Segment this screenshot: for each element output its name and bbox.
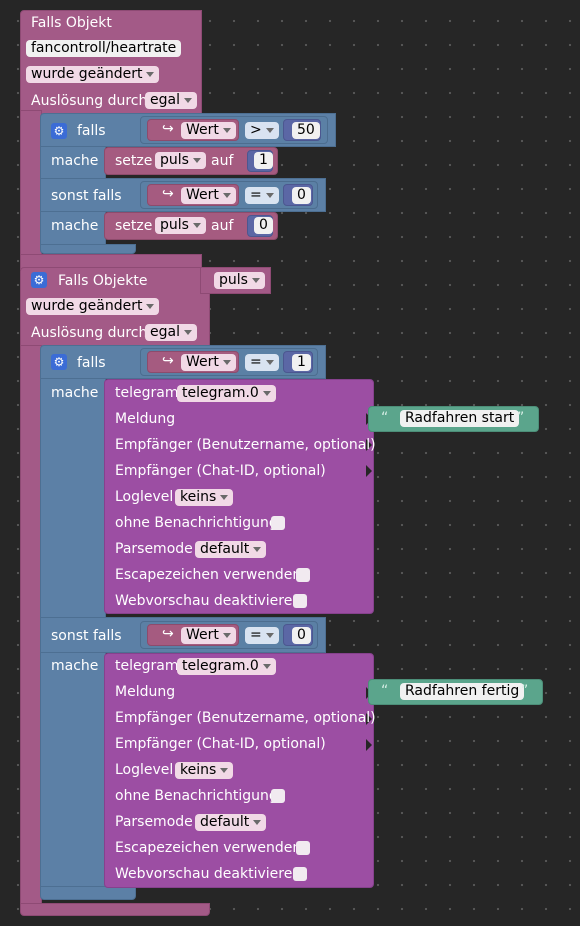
do-label: mache	[51, 385, 99, 401]
set-label: setze	[115, 218, 153, 234]
message-label: Meldung	[115, 684, 176, 700]
parsemode-label: Parsemode	[115, 541, 193, 557]
workspace[interactable]: { "block1": { "title": "Falls Objekt", "…	[0, 0, 580, 926]
escape-label: Escapezeichen verwenden	[115, 567, 302, 583]
elseif-label: sonst falls	[51, 188, 122, 204]
recipient-chat-label: Empfänger (Chat-ID, optional)	[115, 736, 326, 752]
message-text-field[interactable]: Radfahren fertig	[400, 683, 525, 700]
number-field[interactable]: 1	[292, 354, 311, 371]
telegram-label: telegram	[115, 658, 179, 674]
telegram-instance-dropdown[interactable]: telegram.0	[177, 658, 276, 675]
variable-dropdown[interactable]: Wert	[181, 187, 236, 204]
escape-checkbox[interactable]	[296, 841, 310, 855]
preview-label: Webvorschau deaktivieren	[115, 593, 302, 609]
parsemode-dropdown[interactable]: default	[195, 814, 267, 831]
loglevel-label: Loglevel	[115, 762, 174, 778]
operator-dropdown[interactable]: =	[245, 187, 279, 204]
object-id-field[interactable]: fancontroll/heartrate	[26, 40, 182, 57]
to-label: auf	[211, 218, 234, 234]
operator-dropdown[interactable]: =	[245, 354, 279, 371]
return-arrow-icon: ↪	[162, 353, 174, 369]
number-field[interactable]: 0	[254, 217, 273, 234]
elseif-label: sonst falls	[51, 628, 122, 644]
trigger-dropdown[interactable]: egal	[145, 92, 197, 109]
silent-label: ohne Benachrichtigung	[115, 788, 278, 804]
return-arrow-icon: ↪	[162, 186, 174, 202]
parsemode-dropdown[interactable]: default	[195, 541, 267, 558]
preview-label: Webvorschau deaktivieren	[115, 866, 302, 882]
close-quote-icon: ”	[521, 683, 529, 699]
if-label: falls	[77, 123, 106, 139]
do-label: mache	[51, 218, 99, 234]
silent-label: ohne Benachrichtigung	[115, 515, 278, 531]
trigger-label: Auslösung durch	[31, 93, 148, 109]
change-mode-dropdown[interactable]: wurde geändert	[26, 66, 160, 83]
recipient-chat-label: Empfänger (Chat-ID, optional)	[115, 463, 326, 479]
open-quote-icon: “	[381, 683, 389, 699]
number-field[interactable]: 0	[292, 627, 311, 644]
set-variable-dropdown[interactable]: puls	[155, 152, 206, 169]
object-variable-dropdown[interactable]: puls	[214, 272, 265, 289]
gear-icon[interactable]: ⚙	[51, 354, 67, 370]
preview-checkbox[interactable]	[293, 594, 307, 608]
variable-dropdown[interactable]: Wert	[181, 354, 236, 371]
number-field[interactable]: 50	[292, 122, 320, 139]
variable-dropdown[interactable]: Wert	[181, 122, 236, 139]
gear-icon[interactable]: ⚙	[51, 123, 67, 139]
set-variable-dropdown[interactable]: puls	[155, 217, 206, 234]
preview-checkbox[interactable]	[293, 867, 307, 881]
variable-dropdown[interactable]: Wert	[181, 627, 236, 644]
loglevel-dropdown[interactable]: keins	[175, 489, 234, 506]
operator-dropdown[interactable]: =	[245, 627, 279, 644]
escape-checkbox[interactable]	[296, 568, 310, 582]
recipient-user-label: Empfänger (Benutzername, optional)	[115, 437, 376, 453]
silent-checkbox[interactable]	[271, 789, 285, 803]
trigger-label: Auslösung durch	[31, 325, 148, 341]
parsemode-label: Parsemode	[115, 814, 193, 830]
loglevel-dropdown[interactable]: keins	[175, 762, 234, 779]
silent-checkbox[interactable]	[271, 516, 285, 530]
loglevel-label: Loglevel	[115, 489, 174, 505]
message-text-field[interactable]: Radfahren start	[400, 410, 520, 427]
do-label: mache	[51, 153, 99, 169]
recipient-user-label: Empfänger (Benutzername, optional)	[115, 710, 376, 726]
return-arrow-icon: ↪	[162, 626, 174, 642]
trigger-title: Falls Objekte	[58, 273, 148, 289]
telegram-label: telegram	[115, 385, 179, 401]
message-label: Meldung	[115, 411, 176, 427]
to-label: auf	[211, 153, 234, 169]
gear-icon[interactable]: ⚙	[31, 272, 47, 288]
number-field[interactable]: 0	[292, 187, 311, 204]
operator-dropdown[interactable]: >	[245, 122, 279, 139]
trigger-dropdown[interactable]: egal	[145, 324, 197, 341]
change-mode-dropdown[interactable]: wurde geändert	[26, 298, 160, 315]
return-arrow-icon: ↪	[162, 121, 174, 137]
number-field[interactable]: 1	[254, 152, 273, 169]
close-quote-icon: ”	[517, 410, 525, 426]
do-label: mache	[51, 658, 99, 674]
trigger-title: Falls Objekt	[31, 15, 112, 31]
telegram-instance-dropdown[interactable]: telegram.0	[177, 385, 276, 402]
open-quote-icon: “	[381, 410, 389, 426]
if-label: falls	[77, 355, 106, 371]
set-label: setze	[115, 153, 153, 169]
escape-label: Escapezeichen verwenden	[115, 840, 302, 856]
